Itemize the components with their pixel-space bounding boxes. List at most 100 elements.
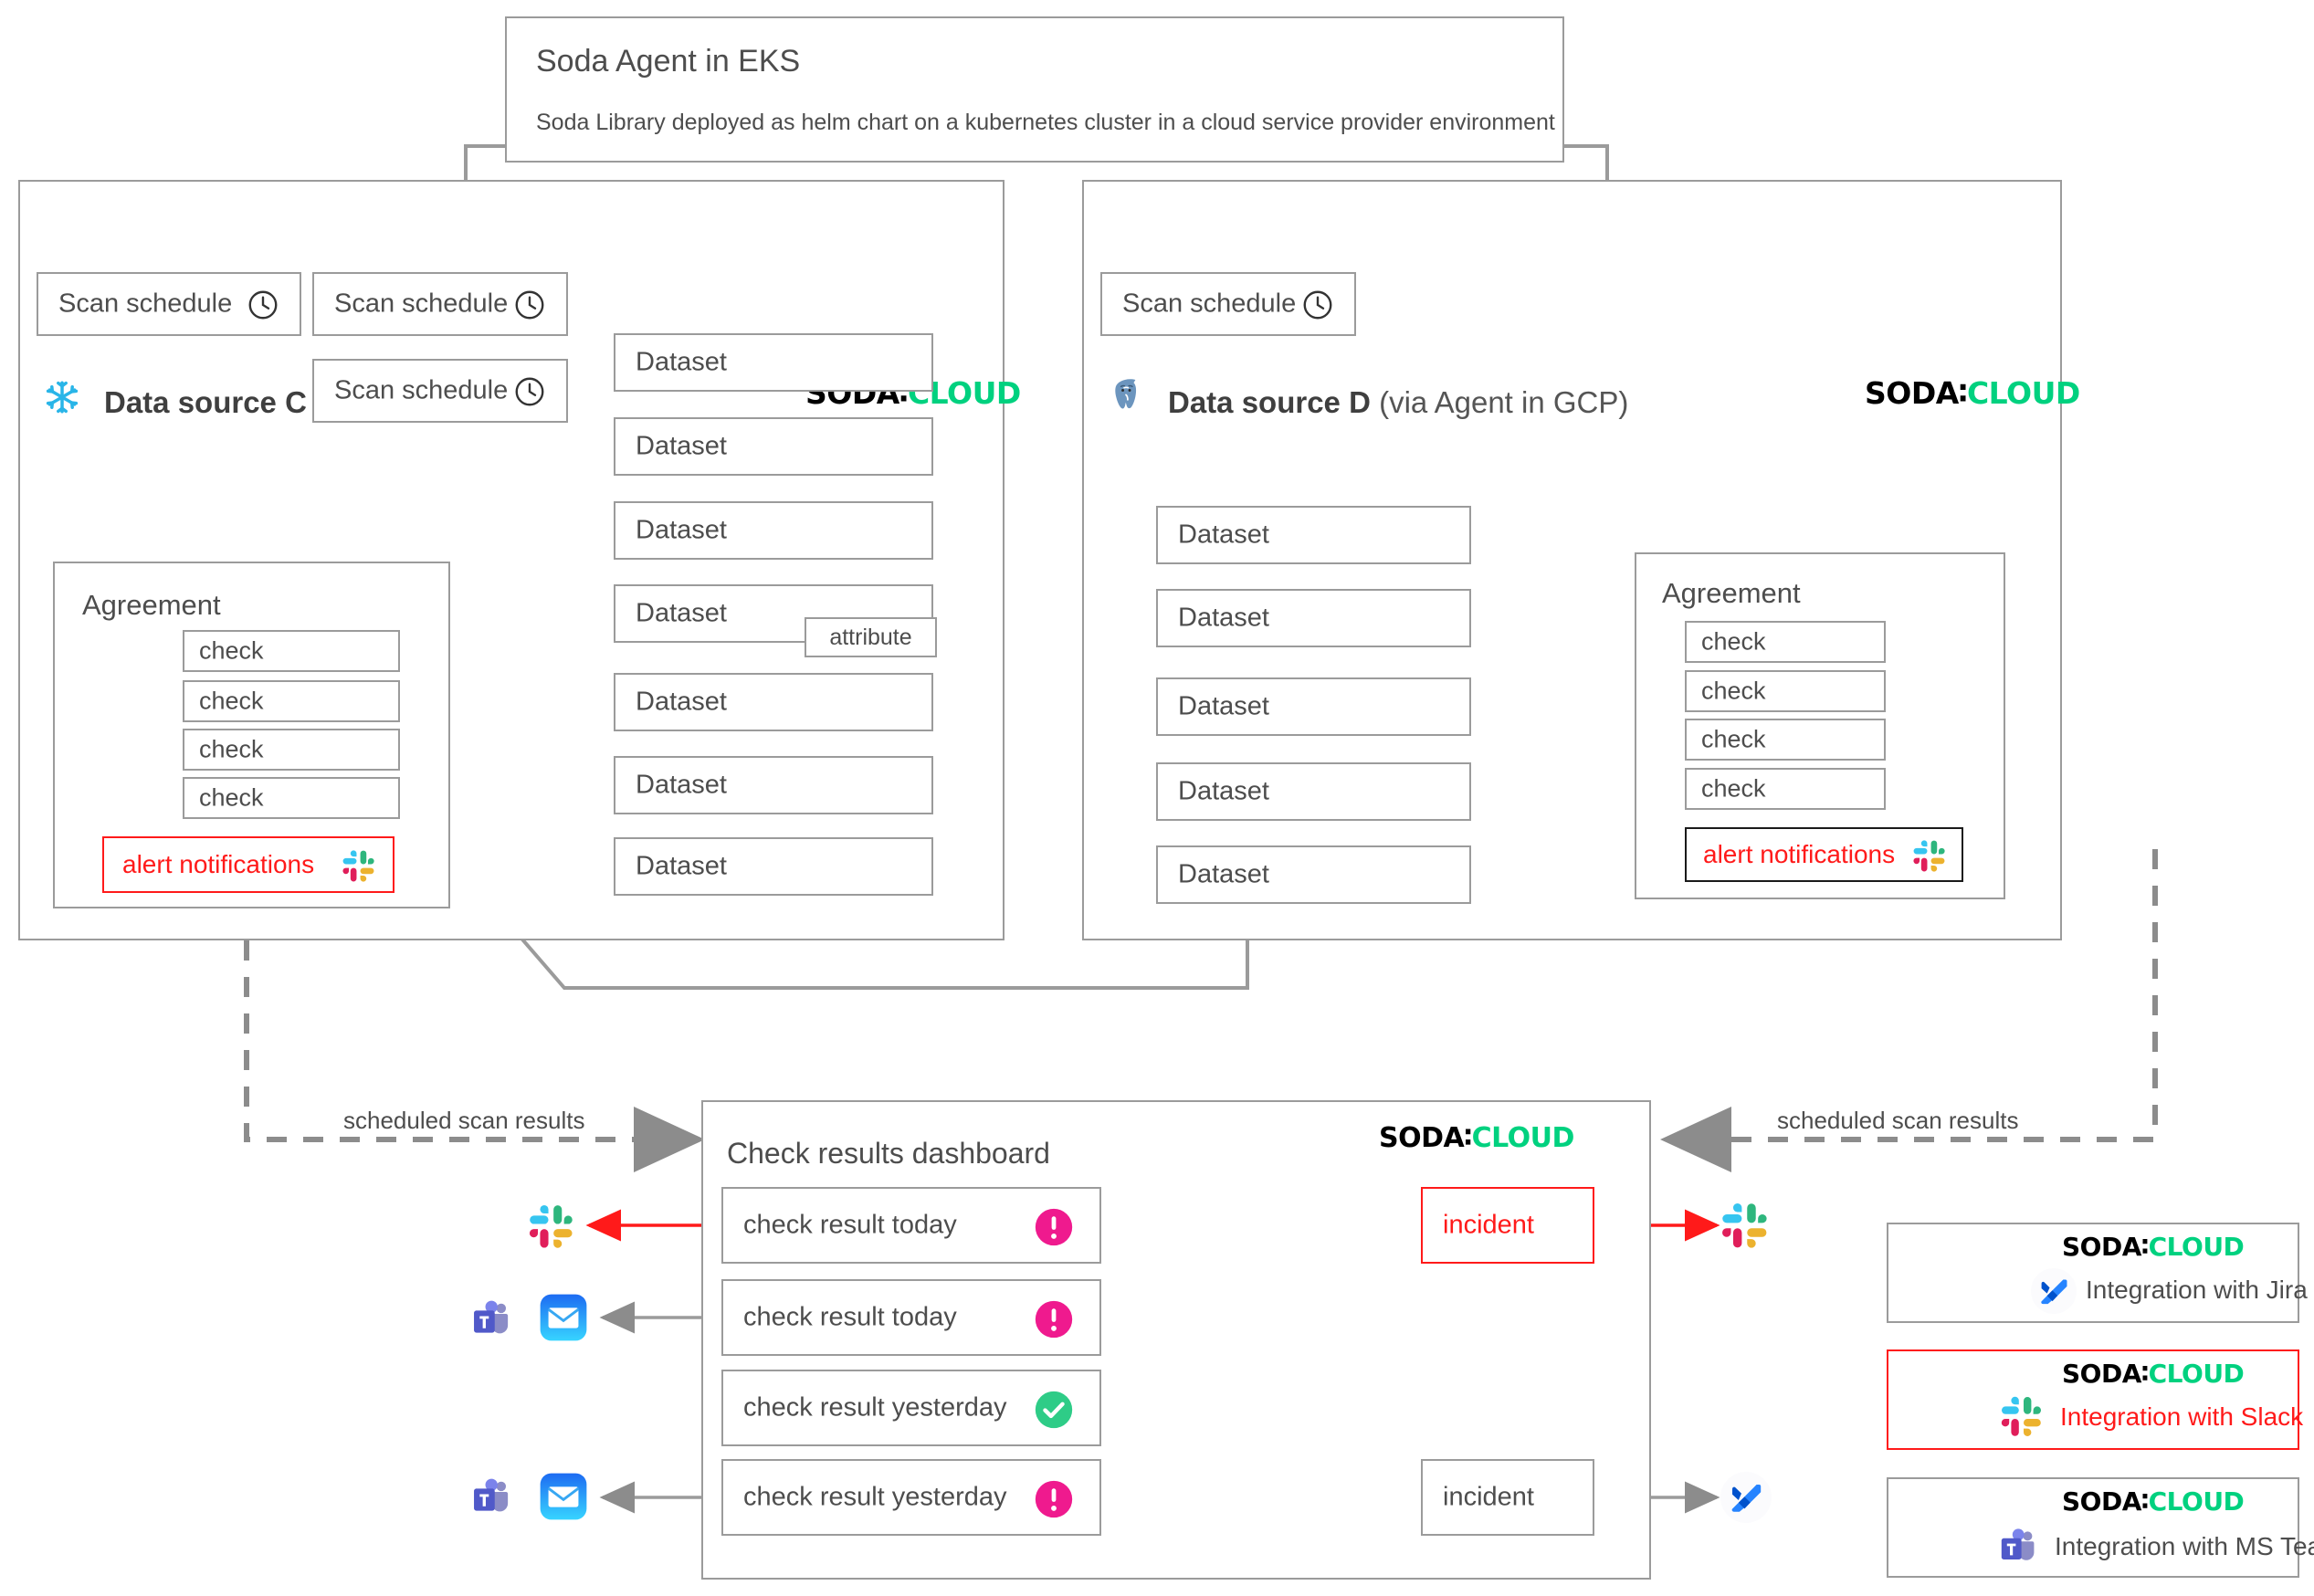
dataset-label: Dataset [1178,691,1269,721]
dataset-label: Dataset [1178,520,1269,550]
check-c-1[interactable]: check [183,630,400,672]
ms-teams-icon[interactable] [468,1297,514,1347]
dataset-c-3[interactable]: Dataset [614,501,933,560]
check-circle-icon [1034,1390,1074,1434]
scan-schedule-label: Scan schedule [1122,289,1297,319]
panel-d-title-rest: (via Agent in GCP) [1370,385,1629,419]
dataset-c-5[interactable]: Dataset [614,673,933,731]
alert-circle-icon [1034,1299,1074,1344]
check-c-3[interactable]: check [183,729,400,771]
soda-agent-header-box: Soda Agent in EKS Soda Library deployed … [505,16,1564,163]
dataset-d-2[interactable]: Dataset [1156,589,1471,647]
soda-cloud-logo-legend-teams: SODA∶CLOUD [2062,1486,2245,1517]
ms-teams-icon[interactable] [468,1475,514,1525]
dataset-label: Dataset [636,431,727,461]
dataset-label: Dataset [636,347,727,377]
check-label: check [199,735,264,763]
dataset-label: Dataset [636,687,727,717]
clock-icon [513,375,546,413]
cloud-logo-word: CLOUD [2148,1486,2245,1517]
soda-logo-word: SODA∶ [2062,1359,2149,1389]
legend-label-slack: Integration with Slack [2060,1402,2304,1431]
soda-cloud-logo-d: SODA∶CLOUD [1865,375,2080,411]
dataset-label: Dataset [1178,603,1269,633]
diagram-canvas: Soda Agent in EKS Soda Library deployed … [0,0,2314,1596]
dataset-d-4[interactable]: Dataset [1156,762,1471,821]
legend-label-jira: Integration with Jira [2086,1276,2308,1304]
dataset-label: Dataset [1178,859,1269,889]
legend-label-ms-teams: Integration with MS Teams [2055,1532,2314,1560]
cloud-logo-word: CLOUD [2148,1232,2245,1262]
dataset-c-2[interactable]: Dataset [614,417,933,476]
flow-label-right: scheduled scan results [1772,1107,2025,1135]
slack-icon [1912,839,1947,878]
slack-icon[interactable] [1720,1202,1770,1255]
check-result-row-2[interactable]: check result today [721,1279,1101,1356]
postgresql-icon [1105,375,1147,422]
incident-1[interactable]: incident [1421,1187,1594,1264]
soda-cloud-logo-legend-slack: SODA∶CLOUD [2062,1359,2245,1389]
check-c-2[interactable]: check [183,680,400,722]
alert-circle-icon [1034,1207,1074,1252]
cloud-logo-word: CLOUD [1966,375,2080,411]
slack-icon [342,849,376,888]
dataset-label: Dataset [636,515,727,545]
incident-2[interactable]: incident [1421,1459,1594,1536]
alert-circle-icon [1034,1479,1074,1524]
jira-icon[interactable] [1720,1472,1772,1528]
mail-icon[interactable] [537,1470,590,1528]
clock-icon [247,289,279,326]
header-title: Soda Agent in EKS [536,44,801,79]
check-result-row-1[interactable]: check result today [721,1187,1101,1264]
check-label: check [1701,627,1766,656]
flow-label-left: scheduled scan results [338,1107,591,1135]
soda-logo-word: SODA∶ [2062,1486,2149,1517]
legend-item-slack: SODA∶CLOUD Integration with Slack [1887,1349,2303,1450]
soda-logo-word: SODA∶ [1379,1122,1472,1154]
check-result-label: check result today [743,1302,957,1332]
check-d-4[interactable]: check [1685,768,1886,810]
jira-icon [2031,1268,2077,1318]
alert-notifications-label: alert notifications [1703,840,1896,868]
soda-logo-word: SODA∶ [2062,1232,2149,1262]
scan-schedule-c-3[interactable]: Scan schedule [312,359,568,423]
snowflake-icon [43,378,81,421]
check-label: check [199,636,264,665]
dataset-c-1[interactable]: Dataset [614,333,933,392]
agreement-d-label: Agreement [1662,577,1801,609]
legend-item-jira: SODA∶CLOUD Integration with Jira [1887,1223,2308,1323]
dataset-c-7[interactable]: Dataset [614,837,933,896]
scan-schedule-c-1[interactable]: Scan schedule [37,272,301,336]
cloud-logo-word: CLOUD [2148,1359,2245,1389]
scan-schedule-label: Scan schedule [334,289,509,319]
agreement-c-label: Agreement [82,589,221,621]
mail-icon[interactable] [537,1291,590,1349]
dataset-d-1[interactable]: Dataset [1156,506,1471,564]
cloud-logo-word: CLOUD [1471,1122,1575,1154]
dataset-attribute-badge[interactable]: attribute [805,617,937,657]
alert-notifications-label: alert notifications [122,850,315,878]
header-subtitle: Soda Library deployed as helm chart on a… [536,110,1555,135]
scan-schedule-label: Scan schedule [334,375,509,405]
check-result-row-3[interactable]: check result yesterday [721,1370,1101,1446]
check-label: check [1701,774,1766,803]
check-d-2[interactable]: check [1685,670,1886,712]
dataset-label: Dataset [636,851,727,881]
scan-schedule-d-1[interactable]: Scan schedule [1100,272,1356,336]
dataset-d-3[interactable]: Dataset [1156,677,1471,736]
check-d-1[interactable]: check [1685,621,1886,663]
dataset-d-5[interactable]: Dataset [1156,845,1471,904]
scan-schedule-c-2[interactable]: Scan schedule [312,272,568,336]
dataset-label: Dataset [636,598,727,628]
check-label: check [1701,725,1766,753]
check-result-row-4[interactable]: check result yesterday [721,1459,1101,1536]
dataset-label: Dataset [1178,776,1269,806]
slack-icon[interactable] [528,1203,575,1255]
check-d-3[interactable]: check [1685,719,1886,761]
alert-notifications-c[interactable]: alert notifications [102,836,394,893]
dataset-label: Dataset [636,770,727,800]
alert-notifications-d[interactable]: alert notifications [1685,827,1963,882]
dataset-c-6[interactable]: Dataset [614,756,933,814]
check-c-4[interactable]: check [183,777,400,819]
check-result-label: check result today [743,1210,957,1240]
